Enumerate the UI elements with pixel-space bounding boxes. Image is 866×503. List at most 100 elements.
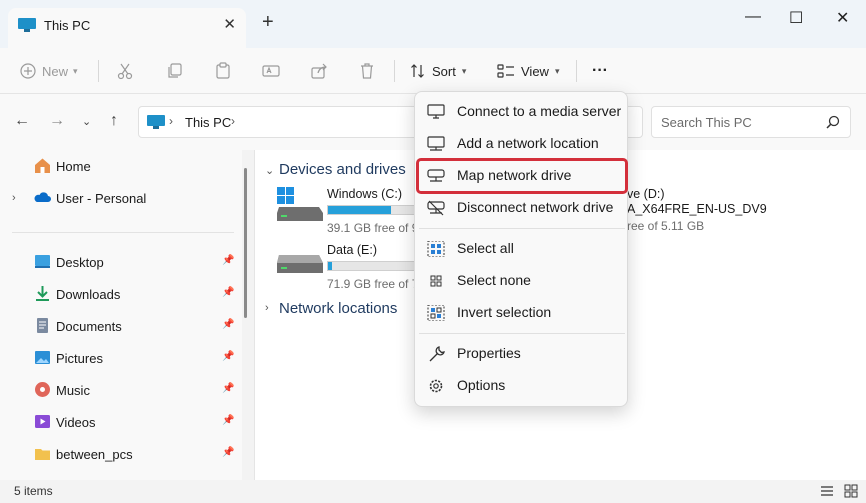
sort-icon <box>411 64 424 78</box>
minimize-button[interactable]: — <box>745 8 761 26</box>
sidebar-item-label: Pictures <box>56 351 103 366</box>
toolbar-divider <box>98 60 99 82</box>
drive-name: Data (E:) <box>327 243 378 257</box>
new-button[interactable]: New ▾ <box>20 58 78 84</box>
sidebar-divider <box>12 232 234 233</box>
trash-icon <box>361 63 373 79</box>
paste-button[interactable] <box>214 58 238 84</box>
new-icon <box>20 63 36 79</box>
sidebar-item-label: Music <box>56 383 90 398</box>
chevron-right-icon[interactable]: › <box>169 114 173 128</box>
chevron-down-icon[interactable]: ⌄ <box>265 164 274 177</box>
back-button[interactable]: ← <box>14 112 30 130</box>
group-header-devices[interactable]: Devices and drives <box>279 161 406 178</box>
pin-icon: 📌 <box>222 319 235 330</box>
media-server-icon <box>427 104 445 119</box>
menu-item-map-network-drive[interactable]: Map network drive <box>416 158 628 194</box>
menu-item-label: Select none <box>457 272 531 288</box>
rename-button[interactable] <box>262 58 286 84</box>
cut-icon <box>117 63 133 80</box>
status-bar: 5 items <box>0 480 866 503</box>
view-button[interactable]: View ▾ <box>497 58 559 84</box>
sidebar-item-pictures[interactable]: Pictures 📌 <box>0 343 242 373</box>
drive-windows-c[interactable]: Windows (C:) 39.1 GB free of 9 <box>277 187 437 237</box>
sidebar-item-home[interactable]: Home <box>0 151 242 181</box>
disconnect-drive-icon <box>427 200 445 216</box>
sidebar-item-desktop[interactable]: Desktop 📌 <box>0 247 242 277</box>
menu-item-invert-selection[interactable]: Invert selection <box>419 298 625 328</box>
sidebar-item-label: between_pcs <box>56 447 133 462</box>
menu-item-label: Select all <box>457 240 514 256</box>
dvd-volume-label: A_X64FRE_EN-US_DV9 <box>627 202 767 216</box>
up-button[interactable]: ↑ <box>110 112 118 130</box>
select-none-icon <box>430 275 442 287</box>
pin-icon: 📌 <box>222 255 235 266</box>
drive-data-e[interactable]: Data (E:) 71.9 GB free of 7 <box>277 243 437 293</box>
menu-item-select-none[interactable]: Select none <box>419 266 625 296</box>
details-view-icon[interactable] <box>820 484 834 498</box>
pictures-icon <box>35 351 50 364</box>
pin-icon: 📌 <box>222 383 235 394</box>
menu-item-select-all[interactable]: Select all <box>419 234 625 264</box>
title-bar: This PC ✕ + — ☐ ✕ <box>0 0 866 48</box>
tab-title: This PC <box>44 18 91 33</box>
sidebar-item-documents[interactable]: Documents 📌 <box>0 311 242 341</box>
search-box[interactable]: Search This PC <box>651 106 851 138</box>
folder-icon <box>35 449 50 460</box>
item-count: 5 items <box>14 484 53 498</box>
sidebar-item-between-pcs[interactable]: between_pcs 📌 <box>0 439 242 469</box>
forward-button[interactable]: → <box>49 112 65 130</box>
sidebar-item-music[interactable]: Music 📌 <box>0 375 242 405</box>
menu-item-properties[interactable]: Properties <box>419 339 625 369</box>
drive-usage-bar <box>327 205 417 215</box>
copy-button[interactable] <box>166 58 190 84</box>
this-pc-icon <box>147 115 165 129</box>
menu-item-options[interactable]: Options <box>419 371 625 401</box>
sidebar-item-label: Home <box>56 159 91 174</box>
tiles-view-icon[interactable] <box>844 484 858 498</box>
invert-selection-icon <box>427 305 445 321</box>
sort-button[interactable]: Sort ▾ <box>410 58 466 84</box>
drive-usage-fill <box>328 206 392 214</box>
sidebar-item-label: User - Personal <box>56 191 147 206</box>
chevron-down-icon: ▾ <box>554 65 560 76</box>
recent-locations-button[interactable]: ⌄ <box>82 115 91 128</box>
sidebar-item-downloads[interactable]: Downloads 📌 <box>0 279 242 309</box>
search-input[interactable]: Search This PC <box>661 115 752 130</box>
menu-item-add-network-location[interactable]: Add a network location <box>419 129 625 159</box>
close-window-button[interactable]: ✕ <box>836 8 849 28</box>
chevron-right-icon[interactable]: › <box>12 192 16 204</box>
see-more-menu: Connect to a media server Add a network … <box>414 91 628 407</box>
chevron-right-icon[interactable]: › <box>231 114 235 128</box>
drive-usage-bar <box>327 261 417 271</box>
new-tab-button[interactable]: + <box>262 12 274 32</box>
menu-item-connect-media-server[interactable]: Connect to a media server <box>419 97 625 127</box>
maximize-button[interactable]: ☐ <box>789 8 803 28</box>
sidebar-item-label: Videos <box>56 415 96 430</box>
chevron-down-icon: ▾ <box>73 65 78 76</box>
sidebar-item-videos[interactable]: Videos 📌 <box>0 407 242 437</box>
delete-button[interactable] <box>358 58 382 84</box>
drive-free-space: 39.1 GB free of 9 <box>327 221 419 235</box>
group-header-network[interactable]: Network locations <box>279 300 397 317</box>
tab-this-pc[interactable]: This PC ✕ <box>8 8 246 48</box>
drive-free-space: ree of 5.11 GB <box>627 219 705 233</box>
pin-icon: 📌 <box>222 447 235 458</box>
breadcrumb-this-pc[interactable]: This PC <box>185 115 231 130</box>
menu-item-disconnect-network-drive[interactable]: Disconnect network drive <box>419 193 625 223</box>
share-button[interactable] <box>310 58 334 84</box>
chevron-down-icon: ▾ <box>461 65 467 76</box>
sidebar-item-label: Desktop <box>56 255 104 270</box>
sidebar-scrollbar[interactable] <box>244 168 247 318</box>
see-more-button[interactable]: ··· <box>592 58 608 84</box>
drive-dvd-d[interactable]: ve (D:) A_X64FRE_EN-US_DV9 ree of 5.11 G… <box>623 187 863 237</box>
home-icon <box>35 158 50 173</box>
cut-button[interactable] <box>116 58 140 84</box>
sidebar-item-onedrive[interactable]: › User - Personal <box>0 183 242 213</box>
copy-icon <box>168 63 182 78</box>
menu-divider <box>419 228 625 229</box>
close-tab-icon[interactable]: ✕ <box>223 15 236 33</box>
chevron-right-icon[interactable]: › <box>265 302 269 314</box>
desktop-icon <box>35 255 50 268</box>
search-icon <box>826 115 840 129</box>
